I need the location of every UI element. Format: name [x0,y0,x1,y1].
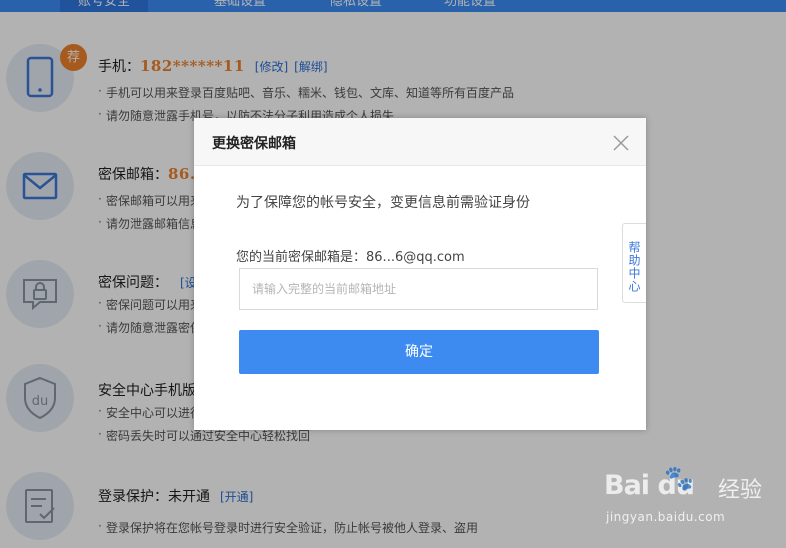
confirm-button[interactable]: 确定 [239,330,599,374]
dialog-header: 更换密保邮箱 [194,118,646,166]
current-email-value: 86...6@qq.com [366,250,465,265]
current-email-line: 您的当前密保邮箱是：86...6@qq.com [236,246,465,265]
watermark-url: jingyan.baidu.com [606,510,726,524]
change-email-dialog: 更换密保邮箱 为了保障您的帐号安全，变更信息前需验证身份 您的当前密保邮箱是：8… [194,118,646,430]
baidu-jingyan-watermark: Bai du 🐾 经验 jingyan.baidu.com [604,464,780,542]
paw-icon: 🐾 [664,464,694,492]
verify-notice: 为了保障您的帐号安全，变更信息前需验证身份 [236,195,530,211]
help-center-tab[interactable]: 帮助中心 [622,223,646,303]
current-email-label: 您的当前密保邮箱是： [236,250,367,265]
dialog-title: 更换密保邮箱 [212,136,296,152]
watermark-sub: 经验 [718,478,763,503]
email-input[interactable] [239,268,598,310]
close-icon[interactable] [612,134,630,152]
